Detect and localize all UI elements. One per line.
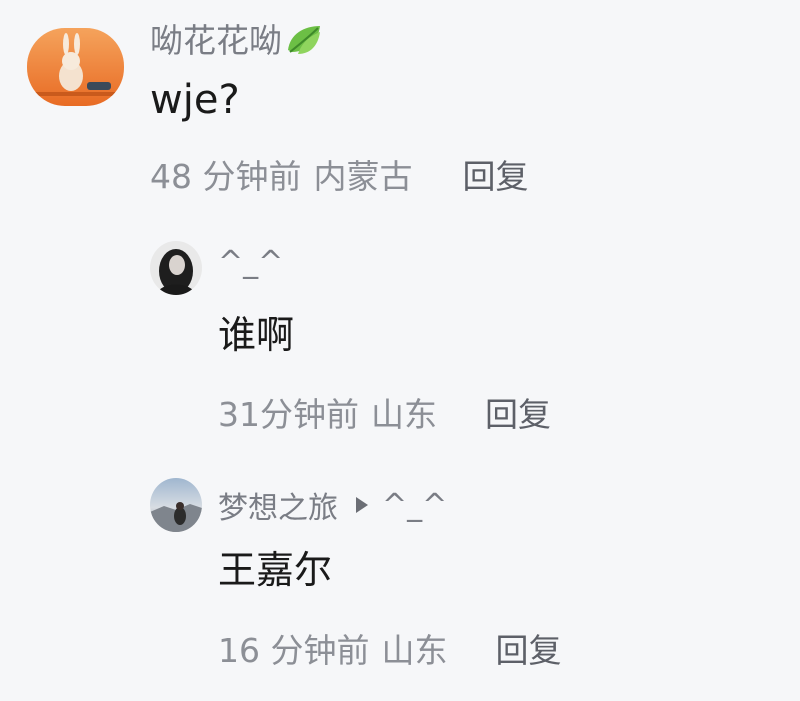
- leaf-icon: [284, 20, 324, 56]
- username-text[interactable]: ^_^: [218, 245, 283, 280]
- reply-text: 谁啊: [218, 313, 295, 357]
- reply-meta: 31分钟前 山东 回复: [218, 388, 551, 436]
- comment-meta: 48 分钟前 内蒙古 回复: [150, 150, 528, 198]
- reply-button[interactable]: 回复: [485, 388, 551, 436]
- reply-location: 山东: [381, 631, 448, 670]
- reply-time: 16 分钟前: [218, 631, 370, 670]
- reply-button[interactable]: 回复: [495, 624, 561, 672]
- reply-username: 梦想之旅 ^_^: [218, 483, 447, 527]
- reply-username: ^_^: [218, 242, 283, 282]
- landscape-avatar[interactable]: [150, 478, 202, 532]
- username-text[interactable]: 梦想之旅: [218, 483, 338, 527]
- triangle-right-icon: [356, 497, 368, 513]
- comment-text: wje?: [150, 77, 240, 123]
- reply-to-username[interactable]: ^_^: [382, 488, 447, 523]
- comment-username: 呦花花呦: [150, 14, 324, 62]
- comment-location: 内蒙古: [313, 157, 413, 196]
- reply-text: 王嘉尔: [218, 548, 333, 592]
- username-text[interactable]: 呦花花呦: [150, 14, 282, 62]
- reply-location: 山东: [371, 395, 437, 434]
- reply-meta: 16 分钟前 山东 回复: [218, 624, 561, 672]
- girl-avatar[interactable]: [150, 241, 202, 295]
- comment-time: 48 分钟前: [150, 157, 302, 196]
- reply-time: 31分钟前: [218, 395, 359, 434]
- rabbit-avatar[interactable]: [27, 28, 124, 106]
- reply-button[interactable]: 回复: [462, 150, 528, 198]
